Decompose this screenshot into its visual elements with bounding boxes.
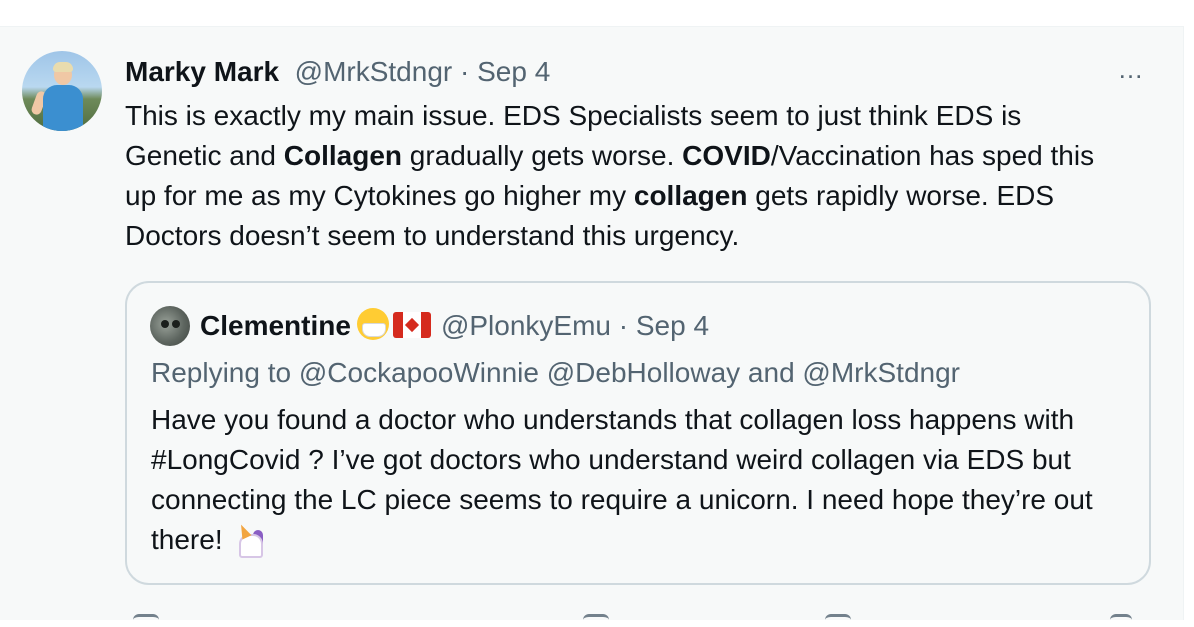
quoted-tweet-body: Have you found a doctor who understands … <box>151 404 1093 555</box>
tweet-text-bold: Collagen <box>283 140 403 171</box>
avatar-shirt <box>43 85 83 131</box>
tweet-action-bar <box>125 606 1151 620</box>
share-icon[interactable] <box>1110 614 1132 627</box>
retweet-icon[interactable] <box>583 614 609 627</box>
reply-icon[interactable] <box>133 614 159 627</box>
quoted-tweet-header: Clementine @PlonkyEmu · Sep 4 <box>200 307 709 345</box>
canada-flag-icon <box>392 312 431 338</box>
quoted-author-avatar[interactable] <box>150 306 190 346</box>
author-avatar[interactable] <box>22 51 102 131</box>
replying-to-line: Replying to @CockapooWinnie @DebHolloway… <box>151 353 960 393</box>
tweet-header: Marky Mark @MrkStdngr · Sep 4 <box>125 54 550 90</box>
author-name[interactable]: Marky Mark <box>125 56 279 87</box>
header-separator: · <box>452 56 478 87</box>
more-options-icon[interactable]: … <box>1114 56 1148 84</box>
tweet-text-part: gradually gets worse. <box>402 140 683 171</box>
like-icon[interactable] <box>825 614 851 627</box>
replying-users[interactable]: @CockapooWinnie @DebHolloway <box>299 357 740 388</box>
quoted-tweet-text: Have you found a doctor who understands … <box>151 400 1131 560</box>
tweet-text-bold: collagen <box>633 180 748 211</box>
replying-prefix: Replying to <box>151 357 299 388</box>
quoted-header-separator: · <box>610 310 636 341</box>
replying-last-user[interactable]: @MrkStdngr <box>802 357 960 388</box>
author-handle[interactable]: @MrkStdngr <box>287 56 453 87</box>
replying-and: and <box>740 357 803 388</box>
avatar-eye <box>161 320 169 328</box>
quoted-author-name[interactable]: Clementine <box>200 310 351 341</box>
tweet-date[interactable]: Sep 4 <box>477 56 550 87</box>
tweet-text: This is exactly my main issue. EDS Speci… <box>125 96 1125 256</box>
avatar-eye <box>172 320 180 328</box>
top-bar <box>0 0 1194 27</box>
unicorn-emoji-icon <box>231 522 265 558</box>
avatar-hair <box>53 62 73 72</box>
medical-mask-emoji-icon <box>356 308 389 340</box>
tweet-text-bold: COVID <box>682 140 771 171</box>
quoted-tweet-date[interactable]: Sep 4 <box>636 310 709 341</box>
right-scroll-rail <box>1183 26 1194 620</box>
quoted-author-handle[interactable]: @PlonkyEmu <box>441 310 611 341</box>
